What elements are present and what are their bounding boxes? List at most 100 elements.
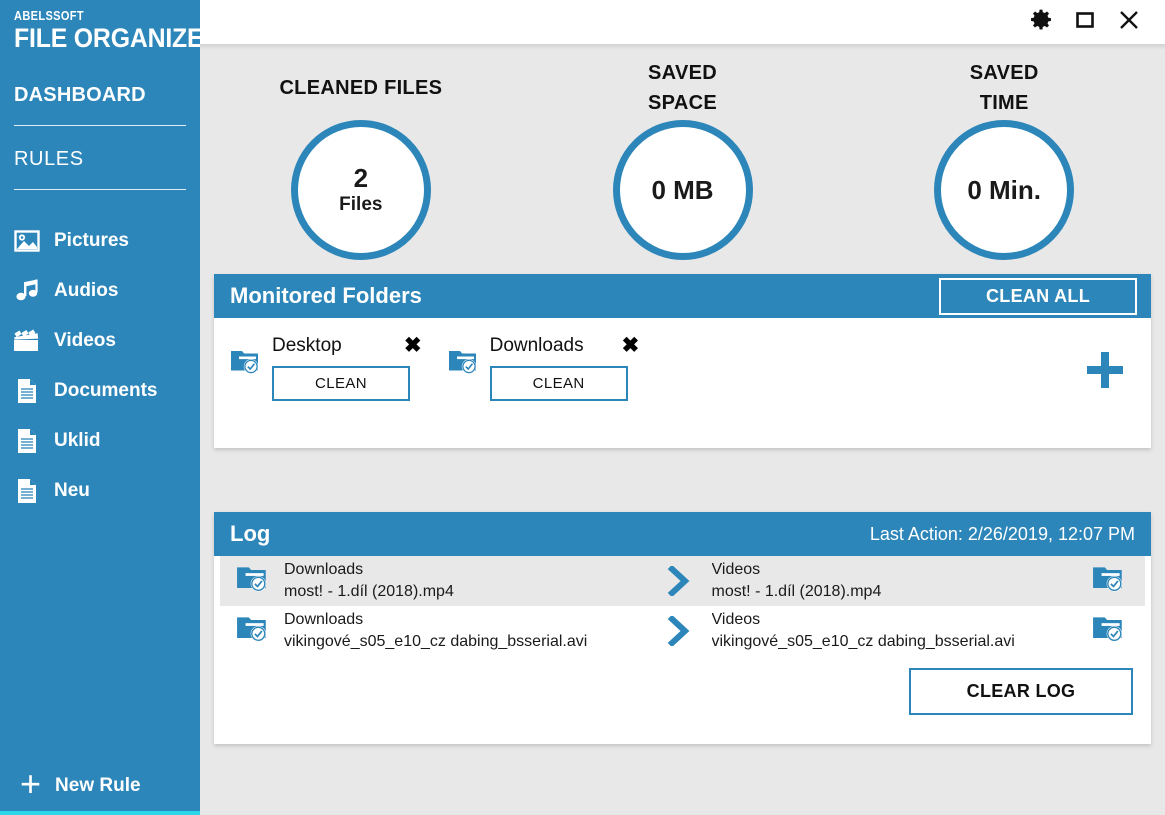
sidebar-accent-bar	[0, 811, 200, 815]
log-source-folder: Downloads	[284, 611, 364, 628]
stat-saved-time: SAVED TIME 0 Min.	[843, 58, 1165, 260]
folder-name: Desktop	[272, 335, 342, 356]
sidebar-item-neu[interactable]: Neu	[0, 466, 200, 516]
stat-title: CLEANED FILES	[279, 58, 442, 118]
clean-folder-button[interactable]: CLEAN	[489, 366, 628, 401]
stat-gauge: 0 Min.	[934, 120, 1075, 260]
stat-title: SAVED SPACE	[648, 58, 717, 118]
add-folder-button[interactable]	[1083, 348, 1127, 392]
document-icon	[12, 426, 42, 456]
remove-folder-button[interactable]: ✖	[622, 335, 640, 356]
sidebar: ABELSSOFT FILE ORGANIZER DASHBOARD RULES	[0, 0, 222, 815]
brand-product: FILE ORGANIZER	[14, 23, 222, 53]
brand-company: ABELSSOFT	[14, 8, 84, 23]
log-target-folder: Videos	[711, 611, 761, 628]
stat-title-line: CLEANED FILES	[279, 77, 443, 99]
chevron-right-icon	[652, 566, 708, 596]
stats-row: CLEANED FILES 2 Files SAVED SPACE 0 MB S…	[200, 44, 1165, 260]
sidebar-dashboard-label: DASHBOARD	[14, 84, 146, 106]
sidebar-item-dashboard[interactable]: DASHBOARD	[0, 84, 200, 126]
clapperboard-icon	[12, 326, 42, 356]
brand-logo: ABELSSOFT FILE ORGANIZER	[0, 0, 222, 54]
folder-check-icon	[1092, 564, 1126, 599]
folder-check-icon	[236, 614, 270, 649]
target-folder-icon-wrap	[1079, 564, 1139, 599]
folder-details: Downloads ✖ CLEAN	[489, 332, 640, 401]
log-target: Videos vikingové_s05_e10_cz dabing_bsser…	[708, 609, 1080, 653]
sidebar-section-rules: RULES	[0, 148, 200, 190]
stat-value: 0 Min.	[967, 175, 1041, 205]
stat-title-line: SAVED	[969, 62, 1039, 84]
sidebar-item-uklid[interactable]: Uklid	[0, 416, 200, 466]
log-source-folder: Downloads	[284, 561, 364, 578]
sidebar-item-documents[interactable]: Documents	[0, 366, 200, 416]
stat-title-line: SPACE	[648, 92, 717, 114]
source-folder-icon-wrap	[226, 614, 280, 649]
sidebar-item-label: Pictures	[54, 230, 129, 251]
log-row[interactable]: Downloads most! - 1.díl (2018).mp4 Video…	[220, 556, 1145, 606]
sidebar-item-label: Neu	[54, 480, 90, 501]
sidebar-item-label: Uklid	[54, 430, 101, 451]
window-titlebar	[200, 0, 1165, 44]
log-target: Videos most! - 1.díl (2018).mp4	[708, 559, 1080, 603]
stat-value: 0 MB	[651, 175, 714, 205]
folder-header-row: Downloads ✖	[490, 332, 640, 360]
sidebar-item-label: Audios	[54, 280, 119, 301]
close-icon	[1117, 8, 1141, 37]
new-rule-button[interactable]: + New Rule	[0, 766, 200, 802]
sidebar-rules-label: RULES	[14, 148, 84, 170]
folder-check-icon	[1092, 614, 1126, 649]
sidebar-item-audios[interactable]: Audios	[0, 266, 200, 316]
log-header: Log Last Action: 2/26/2019, 12:07 PM	[214, 512, 1151, 556]
gear-icon	[1029, 8, 1053, 37]
chevron-right-icon	[652, 616, 708, 646]
stat-gauge: 0 MB	[612, 120, 753, 260]
stat-cleaned-files: CLEANED FILES 2 Files	[200, 58, 522, 260]
log-source-file: vikingové_s05_e10_cz dabing_bsserial.avi	[284, 633, 588, 650]
stat-title-line: TIME	[979, 92, 1029, 114]
sidebar-item-pictures[interactable]: Pictures	[0, 216, 200, 266]
clear-log-button[interactable]: CLEAR LOG	[909, 668, 1133, 715]
panel-title: Monitored Folders	[230, 283, 422, 308]
clean-all-button[interactable]: CLEAN ALL	[939, 277, 1137, 315]
divider-dashboard	[14, 125, 186, 126]
maximize-button[interactable]	[1063, 0, 1107, 44]
divider-rules	[14, 189, 186, 190]
log-source-file: most! - 1.díl (2018).mp4	[284, 583, 454, 600]
log-source: Downloads most! - 1.díl (2018).mp4	[280, 559, 652, 603]
clean-folder-button[interactable]: CLEAN	[272, 366, 410, 401]
folder-name: Downloads	[489, 335, 584, 356]
close-button[interactable]	[1107, 0, 1151, 44]
log-body: Downloads most! - 1.díl (2018).mp4 Video…	[214, 556, 1151, 744]
document-icon	[12, 376, 42, 406]
sidebar-item-label: Videos	[54, 330, 116, 351]
document-icon	[12, 476, 42, 506]
sidebar-item-videos[interactable]: Videos	[0, 316, 200, 366]
log-footer: CLEAR LOG	[214, 656, 1151, 729]
source-folder-icon-wrap	[226, 564, 280, 599]
remove-folder-button[interactable]: ✖	[404, 335, 422, 356]
log-target-file: most! - 1.díl (2018).mp4	[711, 583, 882, 600]
settings-button[interactable]	[1019, 0, 1063, 44]
new-rule-label: New Rule	[55, 775, 141, 796]
last-action-text: Last Action: 2/26/2019, 12:07 PM	[869, 523, 1135, 544]
stat-unit: Files	[339, 194, 383, 215]
monitored-folders-body: Desktop ✖ CLEAN Downloads ✖ CLEAN	[214, 318, 1151, 448]
stat-title-line: SAVED	[648, 62, 717, 84]
plus-icon: +	[20, 763, 42, 804]
music-note-icon	[12, 276, 42, 306]
dashboard-content: CLEANED FILES 2 Files SAVED SPACE 0 MB S…	[200, 44, 1165, 815]
log-row[interactable]: Downloads vikingové_s05_e10_cz dabing_bs…	[220, 606, 1145, 656]
folder-check-icon	[230, 348, 262, 381]
folder-check-icon	[236, 564, 270, 599]
plus-icon	[1083, 352, 1127, 396]
main-area: CLEANED FILES 2 Files SAVED SPACE 0 MB S…	[200, 0, 1165, 815]
picture-icon	[12, 226, 42, 256]
folder-header-row: Desktop ✖	[272, 332, 422, 360]
monitored-folders-header: Monitored Folders CLEAN ALL	[214, 274, 1151, 318]
stat-gauge: 2 Files	[290, 120, 431, 260]
stat-saved-space: SAVED SPACE 0 MB	[522, 58, 844, 260]
folder-card: Downloads ✖ CLEAN	[448, 332, 640, 401]
folder-details: Desktop ✖ CLEAN	[272, 332, 422, 401]
log-target-file: vikingové_s05_e10_cz dabing_bsserial.avi	[711, 633, 1015, 650]
